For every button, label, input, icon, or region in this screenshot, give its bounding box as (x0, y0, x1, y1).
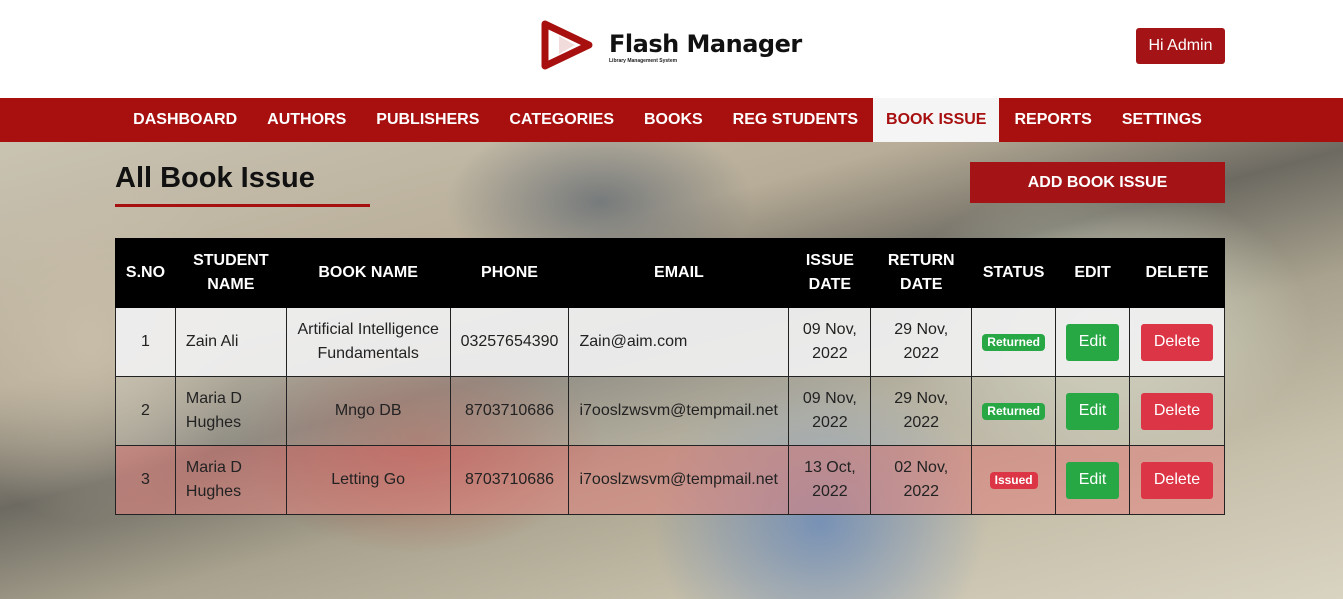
col-edit: EDIT (1055, 238, 1131, 308)
cell-phone: 8703710686 (449, 445, 570, 515)
cell-status: Issued (971, 445, 1057, 515)
col-return-date: RETURN DATE (870, 238, 973, 308)
cell-delete: Delete (1129, 445, 1225, 515)
cell-email: i7ooslzwsvm@tempmail.net (568, 445, 790, 515)
cell-status: Returned (971, 307, 1057, 377)
cell-issue-date: 13 Oct, 2022 (788, 445, 872, 515)
book-issue-table: S.NO STUDENT NAME BOOK NAME PHONE EMAIL I… (115, 238, 1225, 515)
cell-email: i7ooslzwsvm@tempmail.net (568, 376, 790, 446)
col-phone: PHONE (449, 238, 570, 308)
main-content: All Book Issue ADD BOOK ISSUE S.NO STUDE… (0, 142, 1343, 599)
nav-books[interactable]: BOOKS (629, 98, 718, 142)
nav-book-issue[interactable]: BOOK ISSUE (873, 98, 1000, 142)
col-sno: S.NO (115, 238, 176, 308)
cell-edit: Edit (1055, 376, 1131, 446)
edit-button[interactable]: Edit (1066, 323, 1120, 361)
cell-return-date: 29 Nov, 2022 (870, 307, 973, 377)
cell-delete: Delete (1129, 307, 1225, 377)
edit-button[interactable]: Edit (1066, 392, 1120, 430)
cell-delete: Delete (1129, 376, 1225, 446)
cell-sno: 2 (115, 376, 176, 446)
table-row: 3 Maria D Hughes Letting Go 8703710686 i7… (115, 445, 1225, 515)
cell-status: Returned (971, 376, 1057, 446)
brand-logo[interactable]: Flash Manager Library Management System (539, 18, 802, 77)
col-delete: DELETE (1129, 238, 1225, 308)
status-badge: Returned (982, 334, 1045, 351)
cell-student-name: Zain Ali (174, 307, 287, 377)
col-email: EMAIL (568, 238, 790, 308)
cell-student-name: Maria D Hughes (174, 445, 287, 515)
cell-book-name: Mngo DB (285, 376, 451, 446)
table-header-row: S.NO STUDENT NAME BOOK NAME PHONE EMAIL I… (115, 238, 1225, 308)
nav-categories[interactable]: CATEGORIES (494, 98, 629, 142)
cell-book-name: Letting Go (285, 445, 451, 515)
table-row: 2 Maria D Hughes Mngo DB 8703710686 i7oos… (115, 376, 1225, 446)
main-nav: DASHBOARD AUTHORS PUBLISHERS CATEGORIES … (0, 98, 1343, 142)
nav-reports[interactable]: REPORTS (999, 98, 1106, 142)
status-badge: Returned (982, 403, 1045, 420)
play-logo-icon (539, 18, 595, 77)
cell-phone: 8703710686 (449, 376, 570, 446)
add-book-issue-button[interactable]: ADD BOOK ISSUE (970, 162, 1225, 203)
brand-subtitle: Library Management System (609, 58, 678, 64)
status-badge: Issued (989, 472, 1038, 489)
nav-authors[interactable]: AUTHORS (252, 98, 361, 142)
admin-menu-button[interactable]: Hi Admin (1136, 28, 1225, 64)
title-underline (115, 204, 370, 207)
cell-book-name: Artificial Intelligence Fundamentals (285, 307, 451, 377)
top-header: Flash Manager Library Management System … (0, 0, 1343, 98)
cell-sno: 1 (115, 307, 176, 377)
delete-button[interactable]: Delete (1141, 461, 1213, 499)
cell-edit: Edit (1055, 445, 1131, 515)
edit-button[interactable]: Edit (1066, 461, 1120, 499)
col-status: STATUS (971, 238, 1057, 308)
nav-dashboard[interactable]: DASHBOARD (118, 98, 252, 142)
cell-sno: 3 (115, 445, 176, 515)
cell-return-date: 02 Nov, 2022 (870, 445, 973, 515)
col-book-name: BOOK NAME (285, 238, 451, 308)
nav-publishers[interactable]: PUBLISHERS (361, 98, 494, 142)
delete-button[interactable]: Delete (1141, 323, 1213, 361)
delete-button[interactable]: Delete (1141, 392, 1213, 430)
cell-phone: 03257654390 (449, 307, 570, 377)
brand-title: Flash Manager (609, 30, 802, 58)
cell-edit: Edit (1055, 307, 1131, 377)
nav-reg-students[interactable]: REG STUDENTS (718, 98, 873, 142)
col-issue-date: ISSUE DATE (788, 238, 872, 308)
nav-settings[interactable]: SETTINGS (1107, 98, 1217, 142)
cell-issue-date: 09 Nov, 2022 (788, 307, 872, 377)
col-student-name: STUDENT NAME (174, 238, 287, 308)
cell-issue-date: 09 Nov, 2022 (788, 376, 872, 446)
page-title: All Book Issue (115, 162, 315, 194)
cell-student-name: Maria D Hughes (174, 376, 287, 446)
table-row: 1 Zain Ali Artificial Intelligence Fundam… (115, 307, 1225, 377)
cell-email: Zain@aim.com (568, 307, 790, 377)
cell-return-date: 29 Nov, 2022 (870, 376, 973, 446)
